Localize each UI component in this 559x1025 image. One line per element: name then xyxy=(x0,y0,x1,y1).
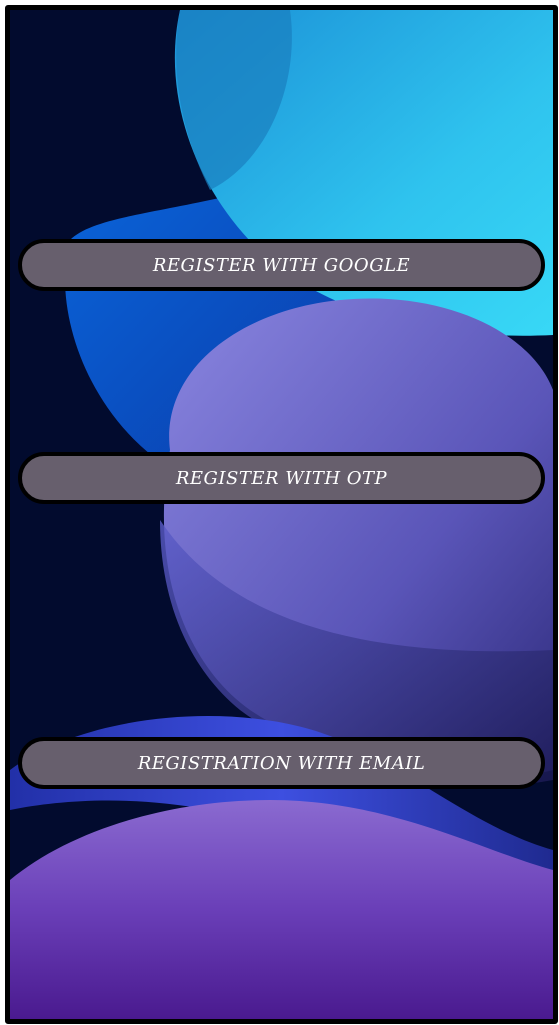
registration-with-email-button[interactable]: REGISTRATION WITH EMAIL xyxy=(18,737,545,789)
register-with-google-button[interactable]: REGISTER WITH GOOGLE xyxy=(18,239,545,291)
register-with-otp-button[interactable]: REGISTER WITH OTP xyxy=(18,452,545,504)
phone-screen: REGISTER WITH GOOGLE REGISTER WITH OTP R… xyxy=(5,5,558,1024)
wallpaper-background xyxy=(10,10,553,1019)
